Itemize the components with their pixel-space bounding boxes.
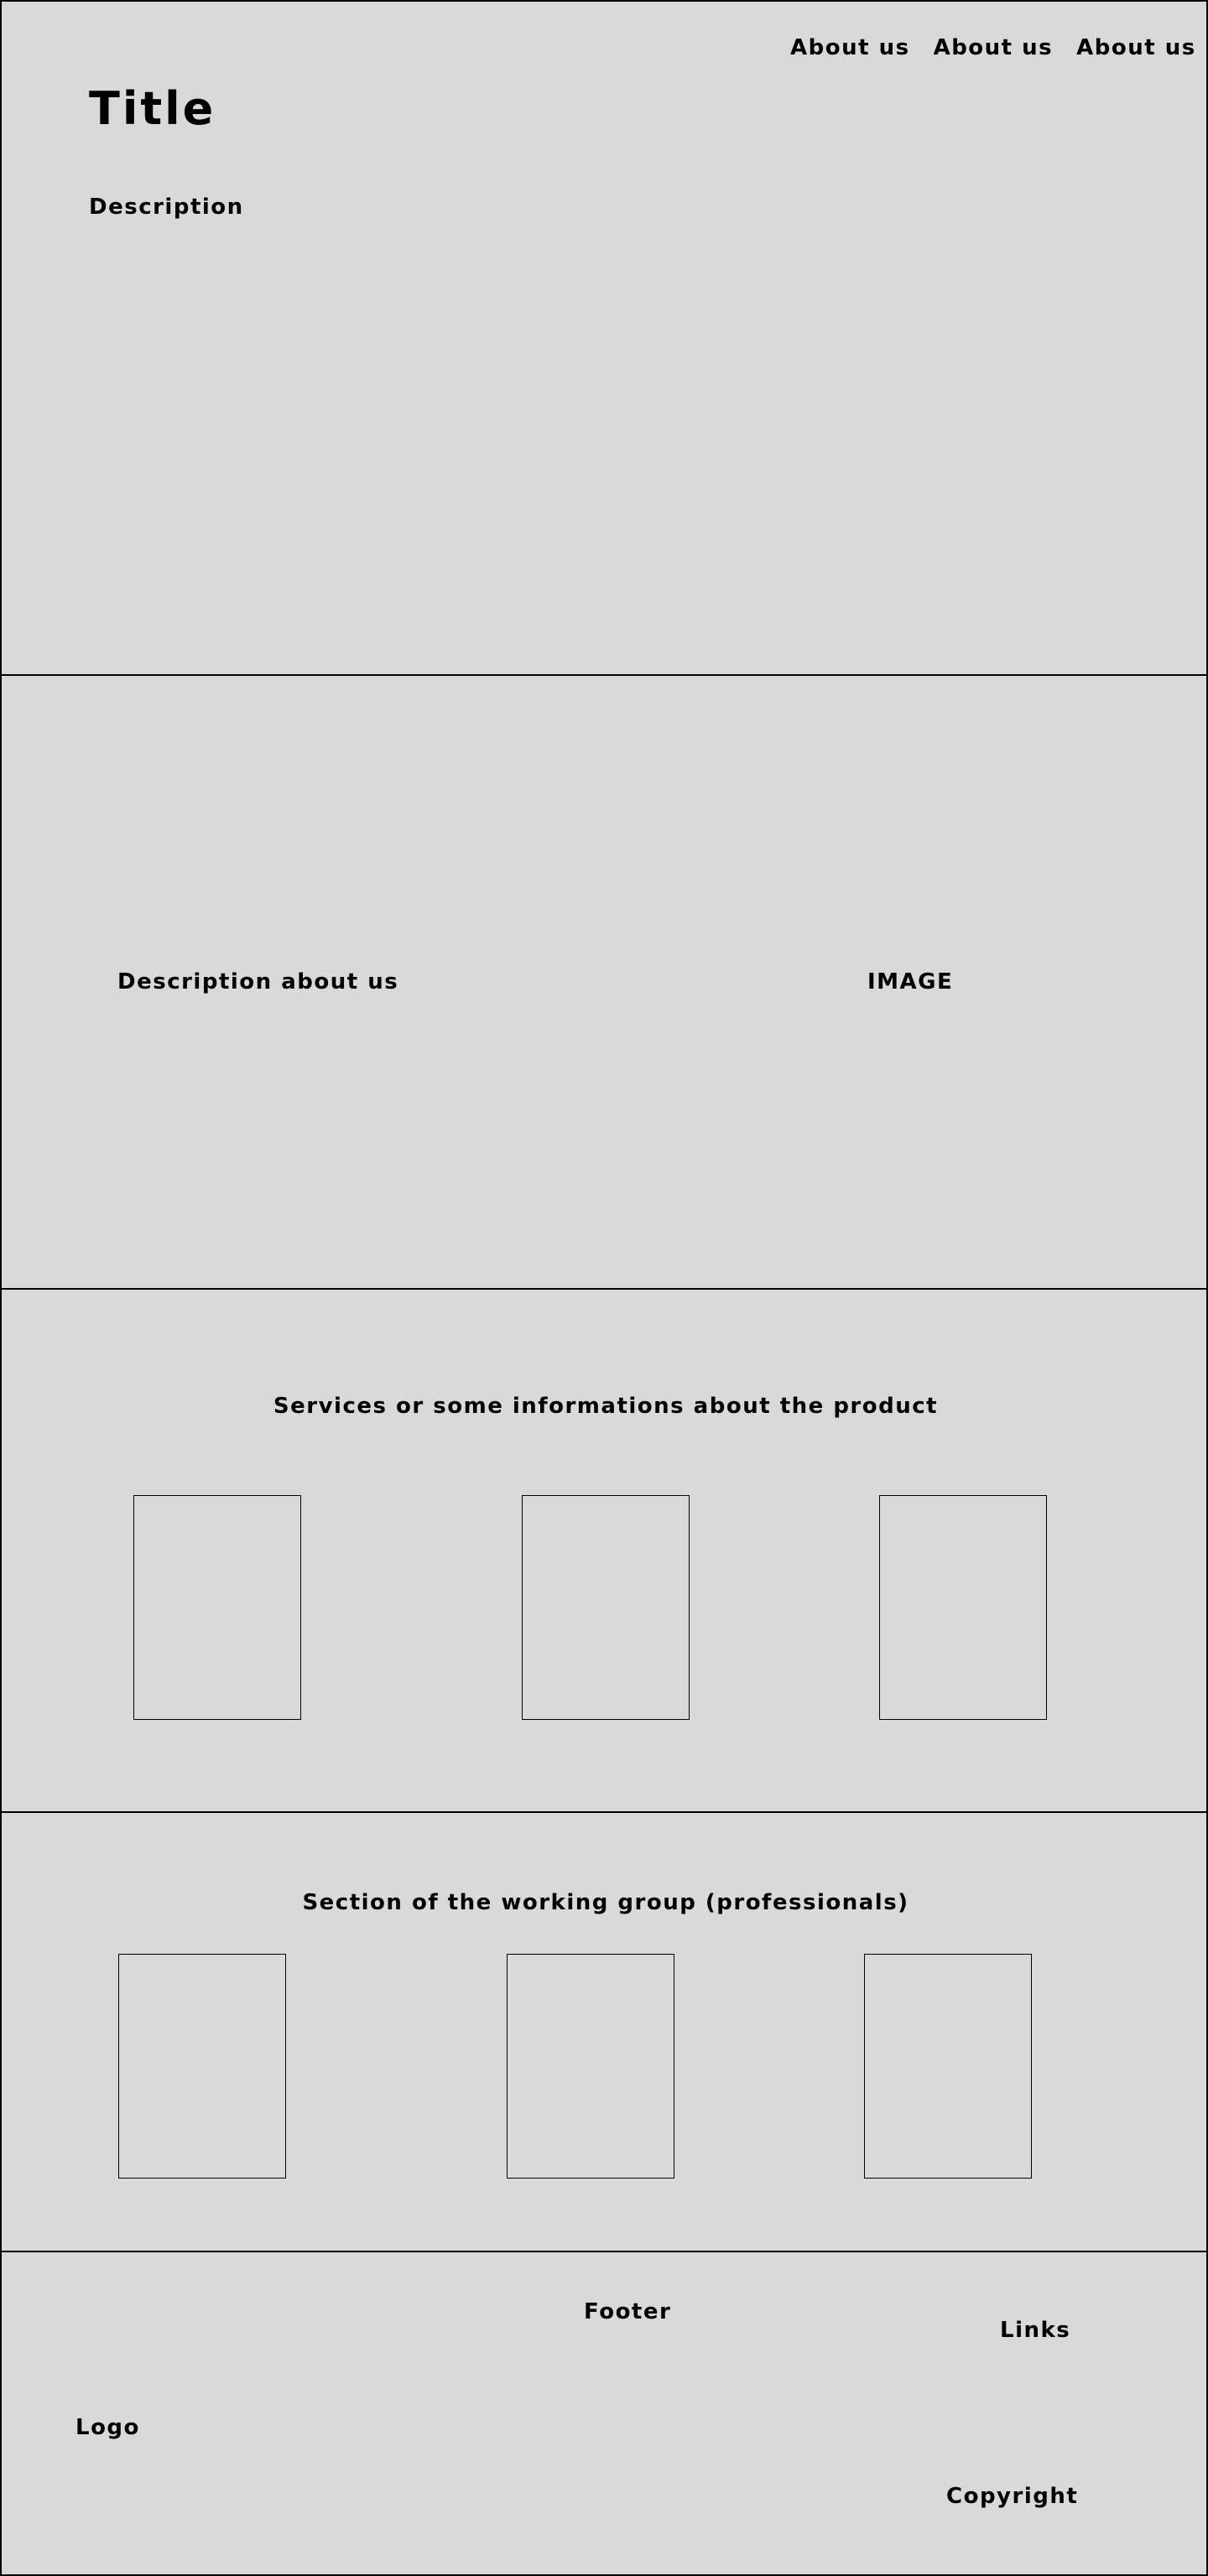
team-member-card bbox=[507, 1954, 674, 2179]
services-heading: Services or some informations about the … bbox=[273, 1394, 939, 1419]
about-description: Description about us bbox=[117, 969, 399, 995]
team-member-card bbox=[118, 1954, 286, 2179]
service-card bbox=[879, 1495, 1047, 1720]
hero-description: Description bbox=[89, 195, 244, 220]
nav-link-about-us-2[interactable]: About us bbox=[934, 35, 1054, 60]
nav-link-about-us-1[interactable]: About us bbox=[790, 35, 910, 60]
service-card bbox=[522, 1495, 690, 1720]
footer-heading: Footer bbox=[584, 2299, 672, 2324]
footer-section: Footer Links Logo Copyright bbox=[0, 2251, 1208, 2576]
about-image-placeholder: IMAGE bbox=[867, 969, 954, 995]
footer-copyright: Copyright bbox=[946, 2484, 1079, 2509]
about-section: Description about us IMAGE bbox=[0, 674, 1208, 1290]
service-card bbox=[133, 1495, 301, 1720]
services-section: Services or some informations about the … bbox=[0, 1288, 1208, 1813]
footer-links[interactable]: Links bbox=[1000, 2318, 1070, 2343]
team-member-card bbox=[864, 1954, 1032, 2179]
top-nav: About us About us About us bbox=[790, 35, 1196, 60]
footer-logo: Logo bbox=[76, 2415, 140, 2440]
hero-section: About us About us About us Title Descrip… bbox=[0, 0, 1208, 676]
team-heading: Section of the working group (profession… bbox=[302, 1890, 909, 1915]
page-title: Title bbox=[89, 82, 216, 135]
nav-link-about-us-3[interactable]: About us bbox=[1076, 35, 1196, 60]
team-section: Section of the working group (profession… bbox=[0, 1811, 1208, 2252]
